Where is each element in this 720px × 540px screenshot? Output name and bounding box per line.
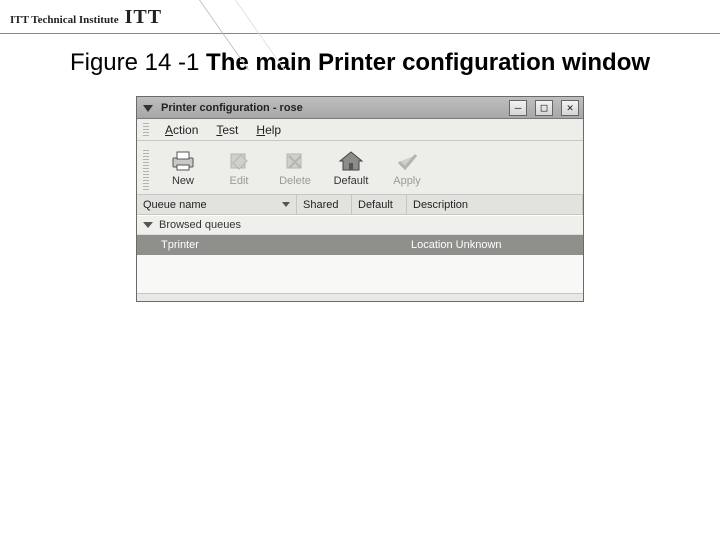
caption-bold: The main Printer configuration window <box>206 49 650 76</box>
logo-big-text: ITT <box>125 6 162 29</box>
figure-caption: Figure 14 -1 The main Printer configurat… <box>60 48 660 78</box>
printer-list: Browsed queues Tprinter Location Unknown <box>137 215 583 293</box>
logo-small-text: ITT Technical Institute <box>10 14 119 26</box>
page-header: ITT Technical Institute ITT <box>0 0 720 34</box>
toolbar: New Edit Delete Default Apply <box>137 141 583 195</box>
menu-test[interactable]: Test <box>208 122 246 138</box>
list-item[interactable]: Tprinter Location Unknown <box>137 235 583 255</box>
menubar-grip-icon[interactable] <box>143 123 149 137</box>
column-headers: Queue name Shared Default Description <box>137 195 583 215</box>
default-button[interactable]: Default <box>325 146 377 190</box>
col-shared[interactable]: Shared <box>297 195 352 214</box>
maximize-button[interactable]: □ <box>535 100 553 116</box>
menu-action[interactable]: Action <box>157 122 206 138</box>
new-label: New <box>172 175 194 187</box>
apply-button: Apply <box>381 146 433 190</box>
menu-help[interactable]: Help <box>248 122 289 138</box>
edit-button: Edit <box>213 146 265 190</box>
apply-icon <box>393 149 421 173</box>
col-queue-name[interactable]: Queue name <box>137 195 297 214</box>
home-icon <box>337 149 365 173</box>
itt-logo: ITT Technical Institute ITT <box>10 6 162 29</box>
delete-label: Delete <box>279 175 311 187</box>
sort-indicator-icon <box>282 202 290 207</box>
caption-prefix: Figure 14 -1 <box>70 49 206 76</box>
edit-label: Edit <box>230 175 249 187</box>
col-description[interactable]: Description <box>407 195 583 214</box>
delete-button: Delete <box>269 146 321 190</box>
category-row[interactable]: Browsed queues <box>137 216 583 235</box>
app-menu-icon[interactable] <box>141 101 155 115</box>
col-default[interactable]: Default <box>352 195 407 214</box>
edit-icon <box>225 149 253 173</box>
printer-config-window: Printer configuration - rose – □ ✕ Actio… <box>136 96 584 302</box>
expander-icon[interactable] <box>143 222 153 228</box>
minimize-button[interactable]: – <box>509 100 527 116</box>
apply-label: Apply <box>393 175 421 187</box>
printer-icon <box>169 149 197 173</box>
default-label: Default <box>334 175 369 187</box>
window-title: Printer configuration - rose <box>161 102 303 114</box>
statusbar <box>137 293 583 301</box>
toolbar-grip-icon[interactable] <box>143 150 149 190</box>
titlebar[interactable]: Printer configuration - rose – □ ✕ <box>137 97 583 119</box>
delete-icon <box>281 149 309 173</box>
menubar: Action Test Help <box>137 119 583 141</box>
cell-queue-name: Tprinter <box>137 239 297 251</box>
new-button[interactable]: New <box>157 146 209 190</box>
close-button[interactable]: ✕ <box>561 100 579 116</box>
cell-description: Location Unknown <box>407 239 583 251</box>
category-label: Browsed queues <box>159 219 241 231</box>
